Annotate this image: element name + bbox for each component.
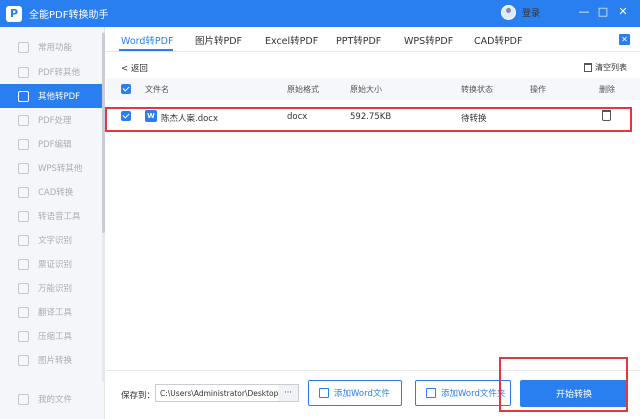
tab-wps-to-pdf[interactable]: WPS转PDF	[404, 33, 453, 47]
compress-icon	[18, 330, 29, 342]
active-tab-indicator	[119, 49, 173, 51]
close-button[interactable]: ✕	[616, 5, 630, 19]
tab-image-to-pdf[interactable]: 图片转PDF	[195, 33, 242, 47]
sidebar-item-label: 票证识别	[38, 260, 73, 270]
browse-button[interactable]: ···	[278, 385, 298, 401]
column-header-format: 原始格式	[287, 85, 319, 94]
sidebar-item-ocr[interactable]: 文字识别	[0, 228, 105, 252]
tab-close-icon[interactable]: ✕	[619, 34, 630, 45]
trash-icon	[584, 63, 592, 72]
ticket-icon	[18, 258, 29, 270]
column-header-delete: 删除	[599, 85, 615, 94]
word-file-icon: W	[145, 110, 157, 122]
sidebar-item-label: 其他转PDF	[38, 92, 81, 102]
select-all-checkbox[interactable]	[121, 84, 131, 94]
app-logo-icon: P	[6, 5, 22, 22]
sidebar-item-label: 图片转换	[38, 356, 73, 366]
sidebar-item-voice[interactable]: 转语音工具	[0, 204, 105, 228]
delete-row-icon[interactable]	[602, 110, 611, 121]
scan-icon	[18, 282, 29, 294]
sidebar-item-label: 我的文件	[38, 395, 73, 405]
pdf-icon	[18, 66, 29, 78]
tab-ppt-to-pdf[interactable]: PPT转PDF	[336, 33, 381, 47]
sidebar-item-label: 翻译工具	[38, 308, 73, 318]
maximize-button[interactable]: □	[596, 5, 610, 19]
image-icon	[18, 354, 29, 366]
edit-icon	[18, 138, 29, 150]
add-word-folder-label: 添加Word文件夹	[441, 389, 506, 399]
sidebar-scrollbar-thumb[interactable]	[102, 33, 105, 233]
ocr-icon	[18, 234, 29, 246]
row-checkbox[interactable]	[121, 111, 131, 121]
folder-icon	[18, 393, 29, 405]
sidebar-item-scan[interactable]: 万能识别	[0, 276, 105, 300]
sidebar-item-translate[interactable]: 翻译工具	[0, 300, 105, 324]
column-header-filename: 文件名	[145, 85, 169, 94]
sidebar-item-wps[interactable]: WPS转其他	[0, 156, 105, 180]
folder-icon	[426, 388, 436, 398]
sidebar-item-pdf-edit[interactable]: PDF编辑	[0, 132, 105, 156]
app-title: 全能PDF转换助手	[29, 10, 109, 21]
sidebar-item-label: PDF编辑	[38, 140, 72, 150]
sidebar-item-pdf-process[interactable]: PDF处理	[0, 108, 105, 132]
sidebar-item-compress[interactable]: 压缩工具	[0, 324, 105, 348]
add-word-file-label: 添加Word文件	[334, 389, 390, 399]
file-status: 待转换	[461, 114, 487, 124]
translate-icon	[18, 306, 29, 318]
back-button[interactable]: < 返回	[121, 62, 148, 74]
file-format: docx	[287, 112, 308, 122]
sidebar-item-label: PDF处理	[38, 116, 72, 126]
sidebar-item-image[interactable]: 图片转换	[0, 348, 105, 372]
sidebar-item-label: 转语音工具	[38, 212, 81, 222]
column-header-size: 原始大小	[350, 85, 382, 94]
minimize-button[interactable]: —	[577, 5, 591, 19]
clear-list-button[interactable]: 清空列表	[584, 62, 627, 73]
tab-excel-to-pdf[interactable]: Excel转PDF	[265, 33, 318, 47]
voice-icon	[18, 210, 29, 222]
save-to-label: 保存到：	[121, 391, 156, 401]
sidebar-item-label: 压缩工具	[38, 332, 73, 342]
add-word-file-button[interactable]: 添加Word文件	[308, 380, 402, 406]
sidebar-item-other-to-pdf[interactable]: 其他转PDF	[0, 84, 105, 108]
convert-icon	[18, 90, 29, 102]
sidebar-item-label: 文字识别	[38, 236, 73, 246]
sidebar-item-pdf-to-other[interactable]: PDF转其他	[0, 60, 105, 84]
login-link[interactable]: 登录	[522, 6, 540, 19]
sidebar-item-label: PDF转其他	[38, 68, 81, 78]
tab-word-to-pdf[interactable]: Word转PDF	[121, 33, 173, 47]
tools-icon	[18, 114, 29, 126]
sidebar-item-cad[interactable]: CAD转换	[0, 180, 105, 204]
sidebar-item-label: WPS转其他	[38, 164, 83, 174]
add-word-folder-button[interactable]: 添加Word文件夹	[415, 380, 511, 406]
star-icon	[18, 41, 29, 53]
wps-icon	[18, 162, 29, 174]
sidebar-item-label: 常用功能	[38, 43, 73, 53]
sidebar-item-ticket[interactable]: 票证识别	[0, 252, 105, 276]
column-header-action: 操作	[530, 85, 546, 94]
add-file-icon	[319, 388, 329, 398]
sidebar-item-my-files[interactable]: 我的文件	[0, 387, 105, 411]
user-login[interactable]: 登录	[501, 5, 540, 20]
title-bar: P 全能PDF转换助手	[0, 0, 640, 27]
sidebar-item-label: CAD转换	[38, 188, 74, 198]
avatar-icon[interactable]	[501, 5, 516, 20]
file-size: 592.75KB	[350, 112, 392, 122]
start-button-highlight	[499, 357, 628, 412]
sidebar: 常用功能 PDF转其他 其他转PDF PDF处理 PDF编辑 WPS转其他 CA…	[0, 27, 105, 419]
column-header-status: 转换状态	[461, 85, 493, 94]
tab-cad-to-pdf[interactable]: CAD转PDF	[474, 33, 522, 47]
clear-list-label: 清空列表	[595, 63, 627, 72]
file-name: 陈杰人案.docx	[161, 114, 219, 124]
sidebar-item-label: 万能识别	[38, 284, 73, 294]
cad-icon	[18, 186, 29, 198]
sidebar-item-common[interactable]: 常用功能	[0, 35, 105, 59]
